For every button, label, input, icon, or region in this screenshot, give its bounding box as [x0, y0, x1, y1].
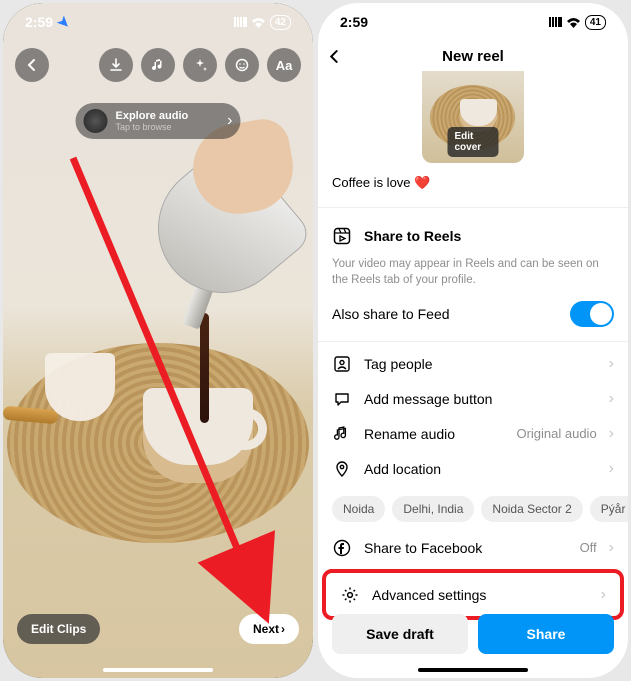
tag-people-row[interactable]: Tag people › [332, 346, 614, 381]
share-facebook-value: Off [580, 540, 597, 555]
share-to-reels-title: Share to Reels [364, 228, 614, 244]
edit-cover-button[interactable]: Edit cover [448, 127, 499, 157]
annotation-highlight: Advanced settings › [322, 569, 624, 620]
rename-audio-value: Original audio [516, 426, 596, 441]
location-chips: Noida Delhi, India Noida Sector 2 Pýår T… [318, 490, 628, 524]
cover-preview[interactable]: Edit cover [422, 71, 524, 163]
tag-people-icon [332, 355, 352, 373]
chevron-right-icon: › [227, 112, 232, 130]
new-reel-screen: 2:59 41 New reel Edit cover Coffee is lo… [318, 3, 628, 678]
status-bar: 2:59 ➤ 42 [3, 3, 313, 41]
home-indicator [418, 668, 528, 672]
status-time: 2:59 [25, 14, 53, 30]
bottom-bar: Save draft Share [318, 614, 628, 654]
edit-clips-button[interactable]: Edit Clips [17, 614, 100, 644]
location-icon [332, 460, 352, 478]
reels-icon [332, 227, 352, 245]
battery-icon: 42 [270, 15, 291, 30]
annotation-arrow [58, 148, 288, 648]
chevron-right-icon: › [609, 539, 614, 557]
facebook-icon [332, 539, 352, 557]
advanced-settings-row[interactable]: Advanced settings › [340, 577, 606, 612]
audio-icon [332, 425, 352, 443]
wifi-icon [566, 17, 581, 28]
add-message-button-row[interactable]: Add message button › [332, 381, 614, 416]
signal-icon [234, 17, 247, 27]
chevron-right-icon: › [609, 425, 614, 443]
chevron-right-icon: › [609, 390, 614, 408]
explore-audio-pill[interactable]: Explore audio Tap to browse › [76, 103, 241, 139]
text-icon[interactable]: Aa [267, 48, 301, 82]
editor-screen: 2:59 ➤ 42 Aa [3, 3, 313, 678]
audio-subtitle: Tap to browse [116, 122, 189, 132]
battery-icon: 41 [585, 15, 606, 30]
caption-field[interactable]: Coffee is love ❤️ [318, 163, 628, 207]
signal-icon [549, 17, 562, 27]
add-location-row[interactable]: Add location › [332, 451, 614, 486]
header: New reel [318, 41, 628, 71]
audio-avatar [84, 109, 108, 133]
download-icon[interactable] [99, 48, 133, 82]
wifi-icon [251, 17, 266, 28]
home-indicator [103, 668, 213, 672]
message-icon [332, 390, 352, 408]
save-draft-button[interactable]: Save draft [332, 614, 468, 654]
share-to-facebook-row[interactable]: Share to Facebook Off › [332, 530, 614, 565]
share-button[interactable]: Share [478, 614, 614, 654]
rename-audio-row[interactable]: Rename audio Original audio › [332, 416, 614, 451]
back-button[interactable] [15, 48, 49, 82]
sticker-icon[interactable] [225, 48, 259, 82]
location-chip[interactable]: Noida [332, 496, 385, 522]
next-button[interactable]: Next › [239, 614, 299, 644]
location-services-icon: ➤ [54, 12, 74, 32]
location-chip[interactable]: Pýår Tø húm 8h [590, 496, 628, 522]
music-icon[interactable] [141, 48, 175, 82]
gear-icon [340, 586, 360, 604]
back-button[interactable] [328, 50, 341, 63]
chevron-right-icon: › [609, 355, 614, 373]
also-share-to-feed-toggle[interactable] [570, 301, 614, 327]
chevron-right-icon: › [609, 460, 614, 478]
effects-icon[interactable] [183, 48, 217, 82]
location-chip[interactable]: Delhi, India [392, 496, 474, 522]
status-time: 2:59 [340, 14, 368, 30]
location-chip[interactable]: Noida Sector 2 [481, 496, 582, 522]
share-to-reels-subtitle: Your video may appear in Reels and can b… [332, 257, 614, 288]
status-bar: 2:59 41 [318, 3, 628, 41]
page-title: New reel [442, 48, 504, 65]
audio-title: Explore audio [116, 110, 189, 122]
also-share-to-feed-label: Also share to Feed [332, 306, 558, 322]
chevron-right-icon: › [281, 622, 285, 636]
chevron-right-icon: › [601, 586, 606, 604]
